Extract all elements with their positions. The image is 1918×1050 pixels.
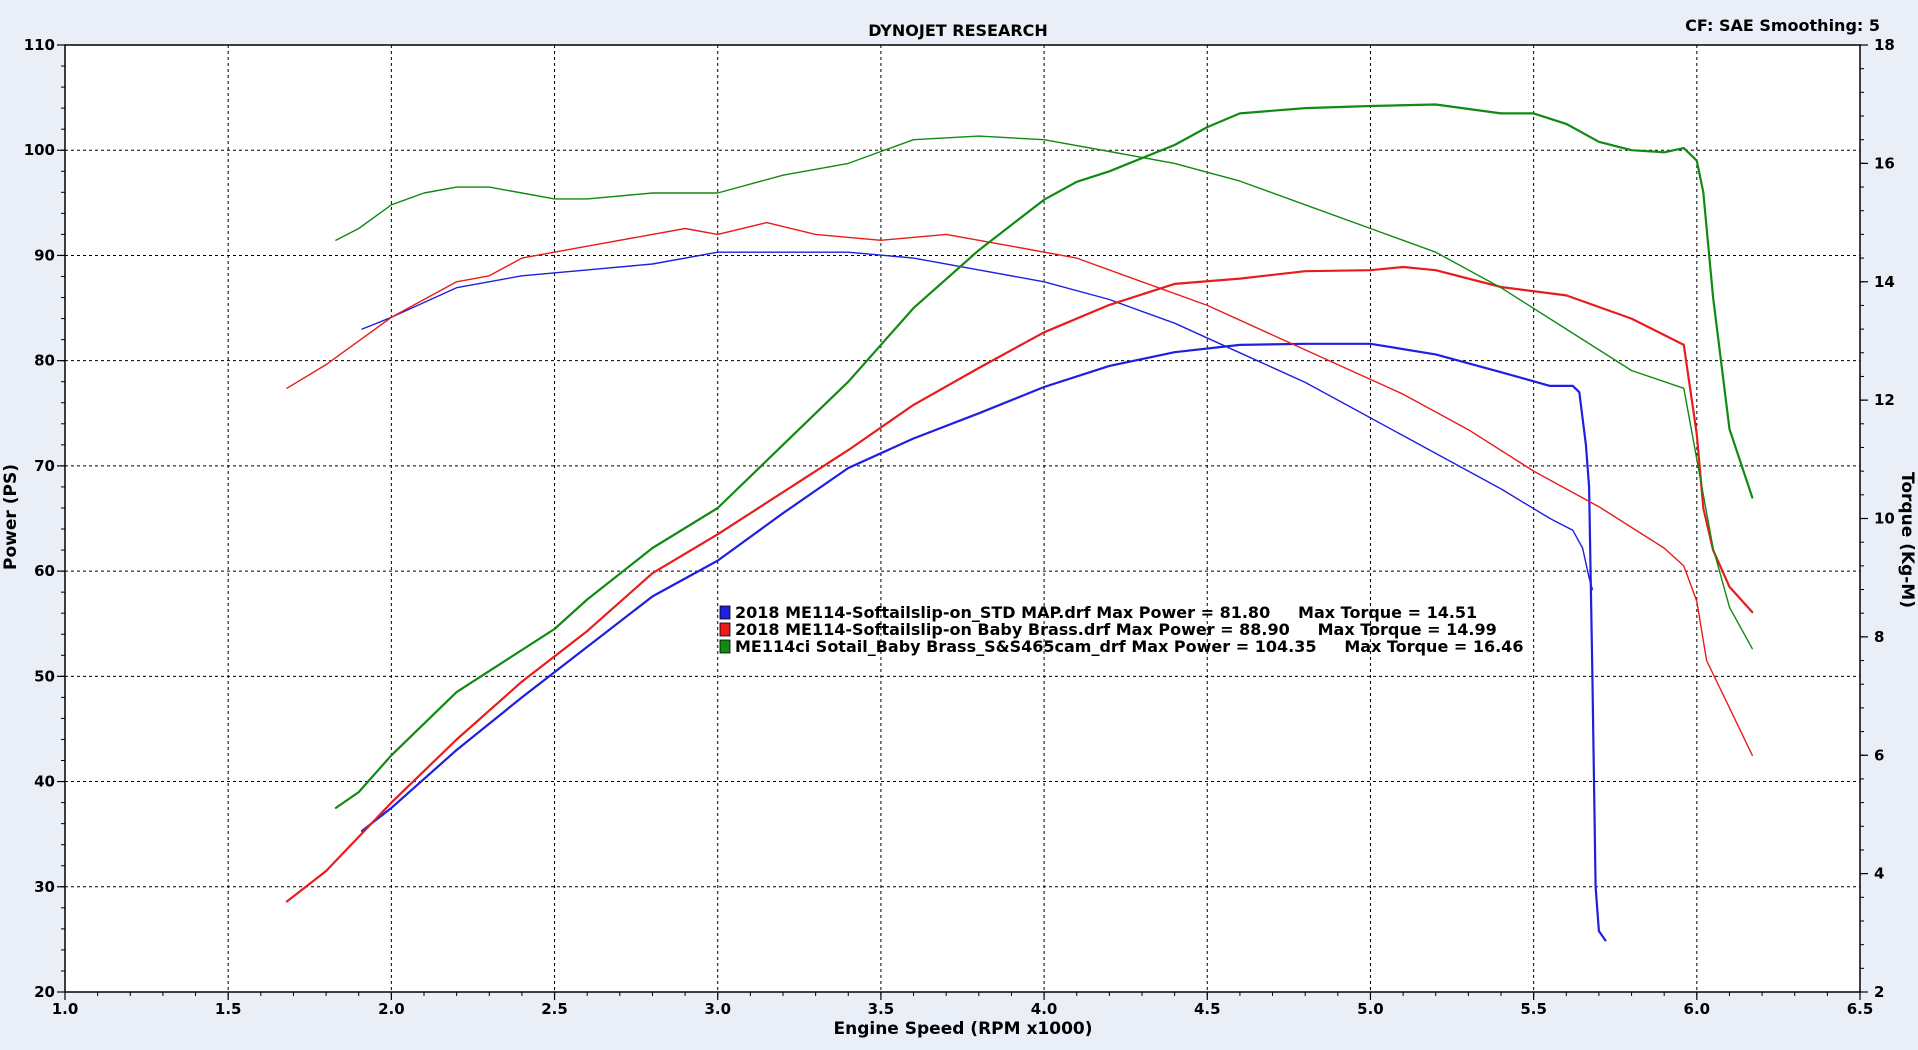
y-tick-label-right: 18 [1874,36,1895,54]
x-axis-title: Engine Speed (RPM x1000) [833,1019,1092,1039]
y-tick-label-right: 16 [1874,154,1895,172]
cf-smoothing-label: CF: SAE Smoothing: 5 [1685,16,1880,35]
y-tick-label-right: 8 [1874,628,1884,646]
y-axis-title-left: Power (PS) [1,464,21,570]
x-tick-label: 6.0 [1684,1000,1711,1018]
x-tick-label: 3.0 [704,1000,731,1018]
y-tick-label-left: 100 [24,141,55,159]
legend-swatch [719,605,731,620]
y-tick-label-left: 60 [34,562,55,580]
y-tick-label-left: 90 [34,246,55,264]
y-tick-label-right: 10 [1874,510,1895,528]
x-tick-label: 4.0 [1031,1000,1058,1018]
y-tick-label-right: 2 [1874,983,1884,1001]
y-tick-label-left: 40 [34,773,55,791]
x-tick-label: 4.5 [1194,1000,1221,1018]
y-tick-label-right: 14 [1874,273,1895,291]
legend-swatch [719,639,731,654]
y-tick-label-left: 50 [34,667,55,685]
legend-swatch [719,622,731,637]
y-tick-label-right: 4 [1874,865,1884,883]
x-tick-label: 3.5 [868,1000,895,1018]
x-tick-label: 5.5 [1520,1000,1547,1018]
x-tick-label: 2.5 [541,1000,568,1018]
x-tick-label: 5.0 [1357,1000,1384,1018]
chart-title: DYNOJET RESEARCH [868,21,1048,40]
x-tick-label: 1.5 [215,1000,242,1018]
y-tick-label-left: 70 [34,457,55,475]
chart-canvas: 1.0 1.5 2.0 2.5 3.0 3.5 4.0 4.5 5.0 5.5 6.0 6.5 20 30… [0,0,1918,1050]
y-tick-label-left: 80 [34,352,55,370]
y-axis-title-right: Torque (Kg-M) [1897,472,1917,608]
y-tick-label-left: 30 [34,878,55,896]
y-tick-label-left: 110 [24,36,55,54]
y-tick-label-right: 12 [1874,391,1895,409]
x-tick-label: 6.5 [1847,1000,1874,1018]
y-tick-label-right: 6 [1874,746,1884,764]
dyno-chart: 1.0 1.5 2.0 2.5 3.0 3.5 4.0 4.5 5.0 5.5 6.0 6.5 20 30… [0,0,1918,1050]
x-tick-label: 1.0 [52,1000,79,1018]
y-tick-label-left: 20 [34,983,55,1001]
legend-entry: ME114ci Sotail_Baby Brass_S&S465cam_drf … [735,637,1523,656]
x-tick-label: 2.0 [378,1000,405,1018]
